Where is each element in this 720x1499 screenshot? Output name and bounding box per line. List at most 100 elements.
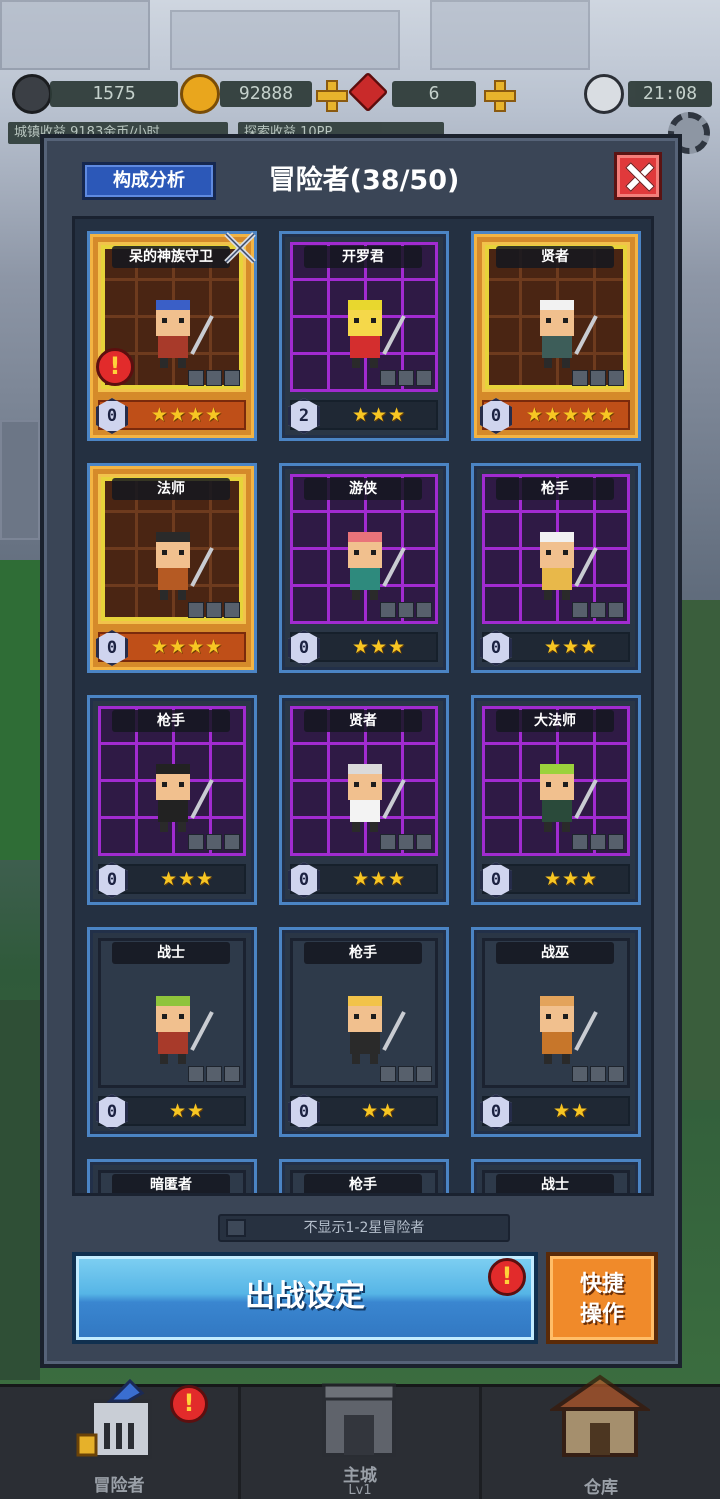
adventurer-card[interactable]: 枪手 0 ★★★ xyxy=(87,695,257,905)
adventurer-name: 枪手 xyxy=(304,1174,422,1193)
hide-low-star-checkbox[interactable] xyxy=(226,1219,246,1237)
armor-slot-icon xyxy=(206,370,222,386)
armor-slot-icon xyxy=(398,602,414,618)
sortie-settings-button[interactable]: 出战设定 xyxy=(72,1252,538,1344)
power-icon xyxy=(12,74,52,114)
weapon-slot-icon xyxy=(380,834,396,850)
equipment-slots xyxy=(380,1066,432,1082)
nav-castle[interactable]: 主城 Lv1 xyxy=(241,1383,482,1499)
adventurer-card[interactable]: 枪手 xyxy=(279,1159,449,1193)
card-footer: 2 ★★★ xyxy=(288,398,438,434)
star-rating: ★★ xyxy=(360,1100,398,1122)
adventurer-card[interactable]: 枪手 0 ★★★ xyxy=(471,463,641,673)
adventurer-card[interactable]: 开罗君 2 ★★★ xyxy=(279,231,449,441)
card-footer: 0 ★★★ xyxy=(288,862,438,898)
equipment-slots xyxy=(380,370,432,386)
clock-time: 21:08 xyxy=(628,81,712,107)
nav-warehouse[interactable]: 仓库 xyxy=(482,1374,720,1499)
gold-value: 92888 xyxy=(220,81,312,107)
armor-slot-icon xyxy=(590,834,606,850)
accessory-slot-icon xyxy=(224,834,240,850)
adventurer-name: 战士 xyxy=(496,1174,614,1193)
accessory-slot-icon xyxy=(224,602,240,618)
accessory-slot-icon xyxy=(224,370,240,386)
armor-slot-icon xyxy=(590,370,606,386)
add-gem-plus-icon[interactable] xyxy=(484,80,516,112)
adventurer-portrait-icon xyxy=(348,532,406,600)
armor-slot-icon xyxy=(206,602,222,618)
card-footer: 0 ★★★★ xyxy=(96,630,246,666)
armor-slot-icon xyxy=(590,602,606,618)
adventurer-card[interactable]: 贤者 0 ★★★ xyxy=(279,695,449,905)
weapon-slot-icon xyxy=(188,602,204,618)
armor-slot-icon xyxy=(206,834,222,850)
star-rating: ★★★ xyxy=(159,868,215,890)
adventurer-card[interactable]: 战士 0 ★★ xyxy=(87,927,257,1137)
accessory-slot-icon xyxy=(608,602,624,618)
gem-icon xyxy=(347,71,389,113)
card-alert-icon: ! xyxy=(96,348,134,386)
adventurer-card[interactable]: 枪手 0 ★★ xyxy=(279,927,449,1137)
adventurer-name: 战巫 xyxy=(496,942,614,964)
top-hud: 1575 92888 6 21:08 xyxy=(0,71,720,114)
card-footer: 0 ★★ xyxy=(288,1094,438,1130)
adventurer-portrait-icon xyxy=(348,300,406,368)
nav-castle-level: Lv1 xyxy=(348,1483,372,1498)
adventurer-portrait-icon xyxy=(348,764,406,832)
accessory-slot-icon xyxy=(608,1066,624,1082)
weapon-slot-icon xyxy=(188,1066,204,1082)
adventurer-portrait-icon xyxy=(540,300,598,368)
card-footer: 0 ★★★ xyxy=(288,630,438,666)
adventurer-portrait-icon xyxy=(540,996,598,1064)
armor-slot-icon xyxy=(398,1066,414,1082)
star-rating: ★★ xyxy=(168,1100,206,1122)
accessory-slot-icon xyxy=(416,370,432,386)
quick-operation-button[interactable]: 快捷 操作 xyxy=(546,1252,658,1344)
level-badge: 0 xyxy=(480,630,512,666)
adventurer-portrait-icon xyxy=(156,532,214,600)
adventurer-portrait-icon xyxy=(156,764,214,832)
level-badge: 0 xyxy=(288,630,320,666)
equipment-slots xyxy=(572,834,624,850)
level-badge: 0 xyxy=(480,1094,512,1130)
adventurer-card[interactable]: 贤者 0 ★★★★★ xyxy=(471,231,641,441)
star-rating: ★★★ xyxy=(351,868,407,890)
equipment-slots xyxy=(380,834,432,850)
adventurer-name: 枪手 xyxy=(304,942,422,964)
level-badge: 0 xyxy=(288,862,320,898)
nav-adventurers[interactable]: ! 冒险者 xyxy=(0,1379,241,1499)
power-value: 1575 xyxy=(50,81,178,107)
adventurer-name: 战士 xyxy=(112,942,230,964)
adventurer-card[interactable]: 游侠 0 ★★★ xyxy=(279,463,449,673)
close-icon[interactable] xyxy=(614,152,662,200)
adventurer-card[interactable]: 呆的神族守卫 0 ★★★★! xyxy=(87,231,257,441)
hide-low-star-toggle[interactable]: 不显示1-2星冒险者 xyxy=(218,1214,510,1242)
card-footer: 0 ★★ xyxy=(96,1094,246,1130)
adventurer-portrait-icon xyxy=(348,996,406,1064)
adventurer-portrait-icon xyxy=(156,996,214,1064)
equipment-slots xyxy=(188,370,240,386)
weapon-slot-icon xyxy=(380,1066,396,1082)
equipment-slots xyxy=(188,1066,240,1082)
card-footer: 0 ★★★★★ xyxy=(480,398,630,434)
weapon-slot-icon xyxy=(188,370,204,386)
knight-helmet-icon xyxy=(76,1379,152,1459)
add-gold-plus-icon[interactable] xyxy=(316,80,348,112)
adventurer-card[interactable]: 战巫 0 ★★ xyxy=(471,927,641,1137)
level-badge: 0 xyxy=(96,398,128,434)
star-rating: ★★★★ xyxy=(150,404,224,426)
adventurer-card[interactable]: 大法师 0 ★★★ xyxy=(471,695,641,905)
adventurer-card[interactable]: 战士 xyxy=(471,1159,641,1193)
adventurer-name: 贤者 xyxy=(496,246,614,268)
card-footer: 0 ★★ xyxy=(480,1094,630,1130)
composition-analysis-button[interactable]: 构成分析 xyxy=(82,162,216,200)
adventurer-portrait-icon xyxy=(540,532,598,600)
star-rating: ★★★ xyxy=(351,636,407,658)
adventurer-card[interactable]: 暗匿者 xyxy=(87,1159,257,1193)
quick-operation-label-line2: 操作 xyxy=(579,1302,624,1327)
weapon-slot-icon xyxy=(572,1066,588,1082)
warehouse-house-icon xyxy=(550,1374,650,1457)
adventurer-grid[interactable]: 呆的神族守卫 0 ★★★★! 开罗君 2 ★★★ 贤者 0 ★★★★★ 法师 0 ★★★★ 游侠 0 ★★★… xyxy=(72,216,654,1196)
weapon-slot-icon xyxy=(572,834,588,850)
adventurer-card[interactable]: 法师 0 ★★★★ xyxy=(87,463,257,673)
